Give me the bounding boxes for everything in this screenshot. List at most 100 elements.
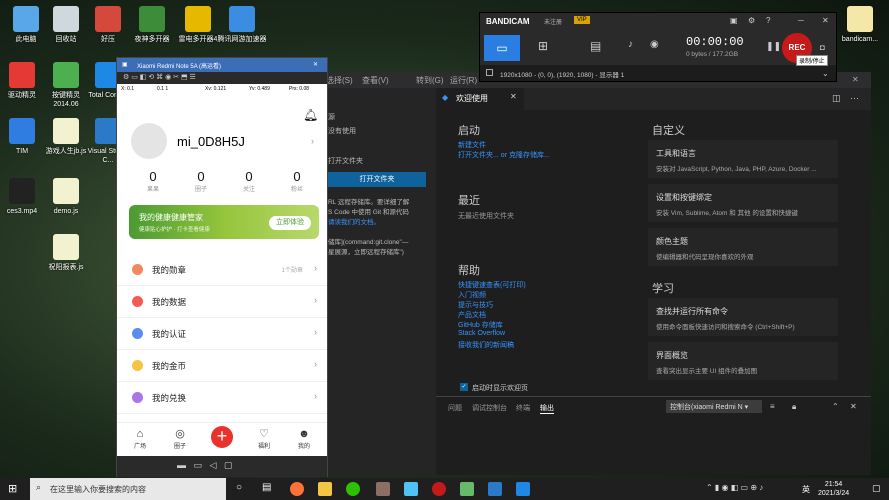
panel-close-icon[interactable]: ✕ [850, 402, 857, 411]
panel-tab-output[interactable]: 输出 [540, 403, 554, 414]
webcam-icon[interactable]: ◉ [650, 39, 659, 50]
bandicam-taskbar-icon[interactable] [432, 482, 446, 496]
notification-bell-icon[interactable]: 🔔︎ [303, 108, 318, 122]
nav-plaza[interactable]: ⌂ 广场 [125, 427, 155, 450]
menu-item-data[interactable]: 我的数据 › [117, 286, 327, 318]
card-tools-languages[interactable]: 工具和语言 安装对 JavaScript, Python, Java, PHP, … [648, 140, 838, 178]
stat-circles[interactable]: 0 圈子 [181, 169, 221, 193]
stat-posts[interactable]: 0 果果 [133, 169, 173, 193]
app-taskbar-icon[interactable] [376, 482, 390, 496]
card-color-theme[interactable]: 颜色主题 使编辑器和代码呈现你喜欢的外观 [648, 228, 838, 266]
nav-mine[interactable]: ☻ 我的 [289, 427, 319, 450]
tab-close-icon[interactable]: ✕ [510, 92, 517, 101]
stat-followers[interactable]: 0 粉丝 [277, 169, 317, 193]
close-icon[interactable]: ✕ [852, 75, 859, 84]
taskbar-clock[interactable]: 21:54 2021/3/24 [818, 480, 849, 498]
help-link-newsletter[interactable]: 接收我们的新闻稿 [458, 340, 514, 350]
new-file-link[interactable]: 新建文件 [458, 140, 486, 150]
menu-view[interactable]: 查看(V) [362, 75, 389, 86]
desktop-icon-report-js[interactable]: 祝阳报表.js [40, 234, 92, 272]
folder-icon[interactable]: ▣ [730, 16, 738, 25]
camera-icon[interactable]: ◘ [820, 43, 825, 52]
help-link-stackoverflow[interactable]: Stack Overflow [458, 330, 505, 337]
bandicam-close-icon[interactable]: ✕ [822, 16, 829, 25]
desktop-icon-demo-js[interactable]: demo.js [40, 178, 92, 216]
app3-taskbar-icon[interactable] [460, 482, 474, 496]
open-folder-link[interactable]: 打开文件夹... or 克隆存储库... [458, 150, 550, 160]
username[interactable]: mi_0D8H5J [177, 134, 245, 149]
help-link-shortcuts[interactable]: 快捷键速查表(可打印) [458, 280, 526, 290]
help-icon[interactable]: ? [766, 16, 770, 25]
vscode-taskbar-icon[interactable] [488, 482, 502, 496]
open-folder-button[interactable]: 打开文件夹 [328, 172, 426, 187]
sidebar-docs-link[interactable]: 请读我们的文档。 [328, 216, 380, 226]
tab-welcome[interactable]: ◆ 欢迎使用 ✕ [436, 88, 524, 110]
vip-badge[interactable]: VIP [574, 16, 590, 24]
app2-taskbar-icon[interactable] [404, 482, 418, 496]
total-control-taskbar-icon[interactable] [516, 482, 530, 496]
clear-output-icon[interactable]: ≡ [770, 402, 775, 411]
firefox-taskbar-icon[interactable] [290, 482, 304, 496]
panel-chevron-up-icon[interactable]: ⌃ [832, 402, 839, 411]
health-banner[interactable]: 我的健康健康管家 健康贴心护护 · 打卡查看健康 立即体验 [129, 205, 319, 239]
menu-item-coins[interactable]: 我的金币 › [117, 350, 327, 382]
notification-center-icon[interactable]: ▢ [872, 483, 881, 494]
screen-mode-button[interactable]: ▭ [484, 35, 520, 61]
desktop-icon-nox-multi[interactable]: 夜神多开器 [126, 6, 178, 44]
help-link-videos[interactable]: 入门视频 [458, 290, 486, 300]
game-mode-icon[interactable]: ⊞ [538, 39, 548, 53]
card-keybindings[interactable]: 设置和按键绑定 安装 Vim, Sublime, Atom 和 其他 的设置和快捷… [648, 184, 838, 222]
task-view-icon[interactable]: ▤ [262, 482, 271, 493]
input-language[interactable]: 英 [802, 484, 810, 495]
cortana-icon[interactable]: ○ [236, 482, 242, 493]
menu-run[interactable]: 运行(R) [450, 75, 477, 86]
menu-item-redeem[interactable]: 我的兑换 › [117, 382, 327, 414]
add-post-button[interactable]: + [211, 426, 233, 448]
panel-tab-problems[interactable]: 问题 [448, 403, 462, 413]
more-actions-icon[interactable]: ··· [850, 93, 859, 103]
pause-icon[interactable]: ❚❚ [766, 41, 781, 52]
split-editor-icon[interactable]: ◫ [832, 93, 841, 104]
emulator-tools-icon[interactable]: ⚙ ▭ ◧ ⟲ ⌘ ◉ ✂ ⬒ ☰ [123, 73, 196, 81]
bandicam-minimize-icon[interactable]: ─ [798, 16, 804, 25]
record-tooltip: 录制/停止 [796, 55, 828, 66]
nav-welfare[interactable]: ♡ 福利 [249, 427, 279, 450]
avatar[interactable] [131, 123, 167, 159]
expand-chevron-icon[interactable]: ⌄ [822, 69, 829, 78]
help-link-docs[interactable]: 产品文档 [458, 310, 486, 320]
region-checkbox[interactable] [486, 69, 493, 76]
desktop-icon-bandicam-folder[interactable]: bandicam... [834, 6, 886, 44]
output-channel-select[interactable]: 控制台(xiaomi Redmi N ▾ [666, 400, 762, 413]
card-interface-overview[interactable]: 界面概览 查看突出显示主要 UI 组件的叠加图 [648, 342, 838, 380]
profile-chevron-icon[interactable]: › [311, 136, 314, 146]
panel-tab-debug-console[interactable]: 调试控制台 [472, 403, 507, 413]
lock-icon[interactable]: 🔒︎ [792, 402, 796, 412]
emulator-close-icon[interactable]: ✕ [313, 61, 318, 68]
menu-selection[interactable]: 选择(S) [326, 75, 353, 86]
pointer-location-bar: X: 0.1 0.1 1 Xv: 0.121 Yv: 0.489 Prs: 0.… [117, 84, 327, 94]
emulator-nav-icons[interactable]: ▬ ▭ ◁ ▢ [177, 460, 232, 471]
chevron-right-icon: › [314, 263, 317, 273]
banner-try-button[interactable]: 立即体验 [269, 216, 311, 230]
tray-icons[interactable]: ⌃ ▮ ◉ ◧ ▭ ⊕ ♪ [706, 483, 763, 492]
panel-tab-terminal[interactable]: 终端 [516, 403, 530, 413]
microphone-icon[interactable]: ♪ [628, 39, 633, 50]
wechat-taskbar-icon[interactable] [346, 482, 360, 496]
show-welcome-checkbox[interactable]: ✓ [460, 383, 468, 391]
nav-circles[interactable]: ◎ 圈子 [165, 427, 195, 450]
taskbar-search-box[interactable]: ⌕ 在这里输入你要搜索的内容 [30, 478, 226, 500]
menu-item-medals[interactable]: 我的勋章 1个勋章 › [117, 254, 327, 286]
help-link-github[interactable]: GitHub 存储库 [458, 320, 503, 330]
explorer-taskbar-icon[interactable] [318, 482, 332, 496]
card-command-palette[interactable]: 查找并运行所有命令 使用命令面板快速访问和搜索命令 (Ctrl+Shift+P) [648, 298, 838, 336]
folder-icon [847, 6, 873, 32]
start-icon[interactable]: ⊞ [8, 482, 17, 495]
chevron-down-icon: ▾ [742, 404, 749, 411]
menu-item-verification[interactable]: 我的认证 › [117, 318, 327, 350]
settings-icon[interactable]: ⚙ [748, 16, 755, 25]
desktop-icon-tencent-accelerator[interactable]: 腾讯网游加速器 [216, 6, 268, 44]
help-link-tips[interactable]: 提示与技巧 [458, 300, 493, 310]
stat-following[interactable]: 0 关注 [229, 169, 269, 193]
device-mode-icon[interactable]: ▤ [590, 39, 601, 53]
menu-goto[interactable]: 转到(G) [416, 75, 444, 86]
